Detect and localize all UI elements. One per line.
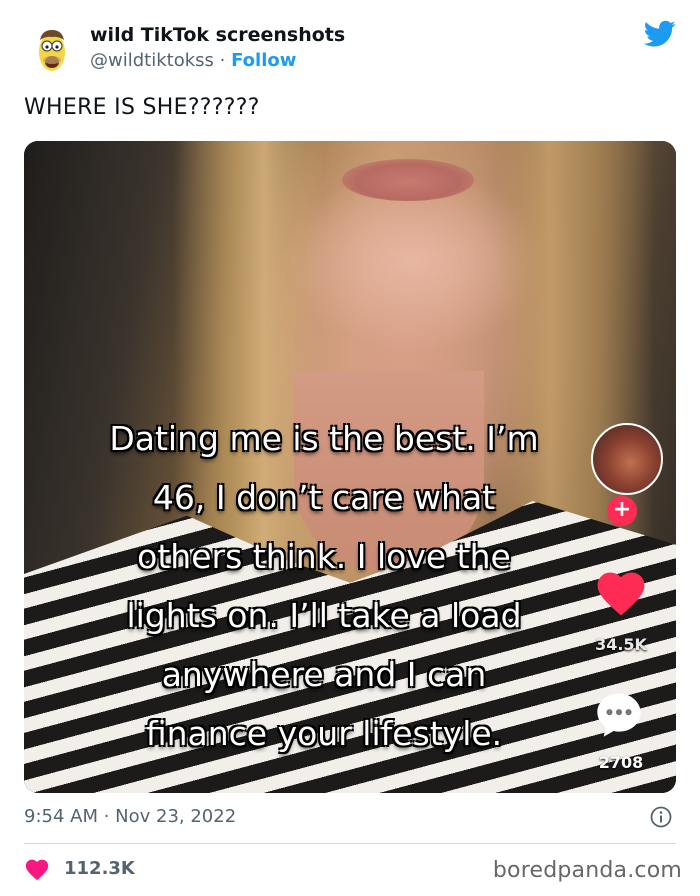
author-handle[interactable]: @wildtiktokss: [90, 50, 214, 71]
caption-line: finance your lifestyle.: [145, 714, 503, 753]
tiktok-caption: Dating me is the best. I’m 46, I don’t c…: [44, 409, 604, 763]
divider: [24, 843, 676, 844]
comment-bubble-icon[interactable]: [593, 689, 645, 741]
tweet-text: WHERE IS SHE??????: [24, 95, 260, 120]
tiktok-comment-count: 2708: [598, 753, 644, 772]
tiktok-heart-icon[interactable]: [593, 567, 649, 617]
tiktok-follow-plus-button[interactable]: +: [607, 496, 637, 526]
tweet-media-image[interactable]: Dating me is the best. I’m 46, I don’t c…: [24, 141, 676, 793]
twitter-bird-icon[interactable]: [644, 20, 676, 48]
tiktok-like-count: 34.5K: [595, 635, 647, 654]
caption-line: 46, I don’t care what: [152, 478, 496, 517]
likes-count: 112.3K: [64, 858, 135, 879]
photo-lips: [342, 159, 474, 201]
author-name[interactable]: wild TikTok screenshots: [90, 24, 345, 46]
watermark: boredpanda.com: [492, 858, 682, 883]
caption-line: others think. I love the: [137, 537, 511, 576]
tiktok-creator-avatar[interactable]: [591, 423, 663, 495]
author-handle-row: @wildtiktokss · Follow: [90, 50, 296, 71]
tweet-timestamp[interactable]: 9:54 AM · Nov 23, 2022: [24, 806, 236, 827]
handle-separator: ·: [219, 50, 226, 71]
tweet-header: wild TikTok screenshots @wildtiktokss · …: [0, 0, 700, 90]
heart-icon[interactable]: [24, 857, 50, 881]
caption-line: Dating me is the best. I’m: [109, 419, 539, 458]
info-icon[interactable]: [650, 806, 672, 828]
author-avatar[interactable]: [24, 22, 80, 78]
caption-line: lights on. I’ll take a load: [126, 596, 522, 635]
caption-line: anywhere and I can: [161, 655, 487, 694]
follow-button[interactable]: Follow: [231, 50, 296, 71]
